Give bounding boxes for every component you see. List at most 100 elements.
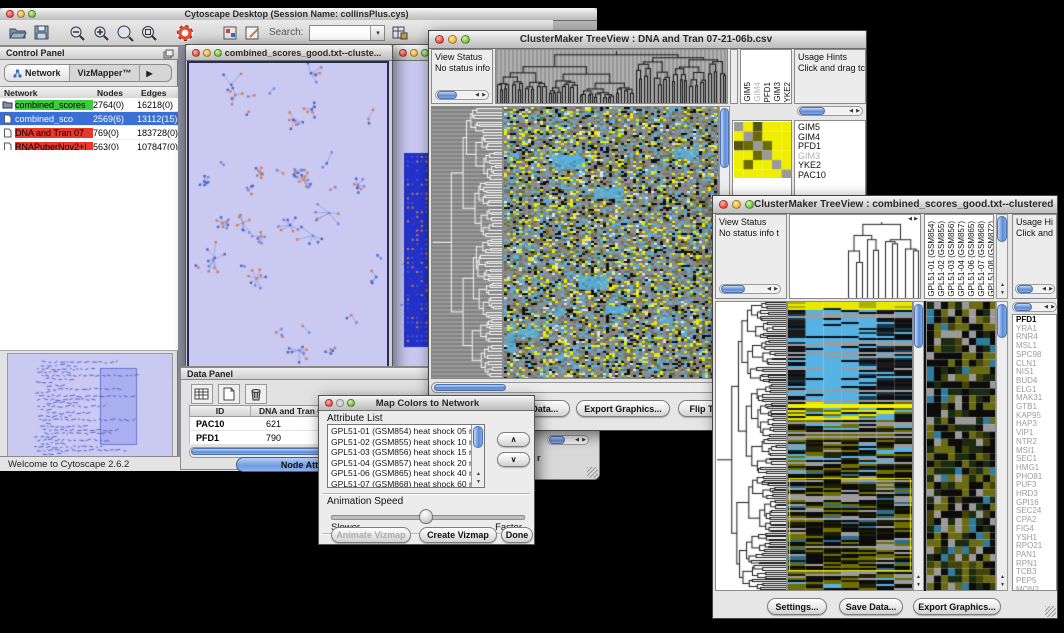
tv2-heatmap-canvas[interactable] — [788, 302, 912, 590]
minimize-button[interactable] — [336, 399, 344, 407]
zoom-selected-icon[interactable] — [116, 24, 134, 42]
zoom-out-icon[interactable] — [68, 24, 86, 42]
close-button[interactable] — [192, 49, 200, 57]
tv1-column-dendrogram-pane[interactable] — [495, 49, 728, 104]
network1-canvas[interactable] — [189, 63, 387, 370]
attribute-item[interactable]: GPL51-03 (GSM856) heat shock 15 min — [328, 447, 484, 458]
tv1-gene-label[interactable]: PAC10 — [795, 171, 865, 181]
network-table-row[interactable]: combined_scores2764(0)16218(0) — [0, 98, 178, 112]
tv2-zoom-vscrollbar[interactable]: ▲▼ — [996, 301, 1008, 591]
vscroll-thumb[interactable] — [473, 426, 483, 448]
tv2-save-data-button[interactable]: Save Data... — [839, 598, 903, 615]
speed-slider-thumb[interactable] — [419, 509, 433, 524]
tv1-zoom-heatmap-canvas[interactable] — [734, 122, 791, 178]
tv2-column-label[interactable]: GPL51-07 (GSM868) — [977, 221, 986, 297]
tv2-labels-vscrollbar[interactable]: ▲▼ — [996, 214, 1008, 299]
attribute-item[interactable]: GPL51-01 (GSM854) heat shock 05 min — [328, 426, 484, 437]
tv1-column-label[interactable]: YKE2 — [783, 82, 792, 102]
zoom-button[interactable] — [214, 49, 222, 57]
network-table-row[interactable]: DNA and Tran 07769(0)183728(0) — [0, 126, 178, 140]
network-overview[interactable] — [7, 353, 173, 466]
tv2-column-label[interactable]: GPL51-02 (GSM855) — [937, 221, 946, 297]
network1-titlebar[interactable]: combined_scores_good.txt--cluste... — [186, 45, 392, 61]
fragment-scrollbar[interactable]: ◀▶ — [547, 435, 589, 445]
network-table-row[interactable]: combined_sco2569(6)13112(15) — [0, 112, 178, 126]
zoom-in-icon[interactable] — [92, 24, 110, 42]
select-attributes-icon[interactable] — [191, 384, 213, 404]
done-button[interactable]: Done — [501, 527, 533, 543]
move-up-button[interactable]: ∧ — [497, 432, 530, 447]
close-button[interactable] — [719, 200, 728, 209]
new-attribute-icon[interactable] — [218, 384, 240, 404]
attribute-listbox[interactable]: GPL51-01 (GSM854) heat shock 05 minGPL51… — [327, 424, 485, 488]
zoom-button[interactable] — [745, 200, 754, 209]
col-nodes[interactable]: Nodes — [97, 88, 141, 98]
minimize-button[interactable] — [732, 200, 741, 209]
open-file-icon[interactable] — [8, 24, 27, 41]
annotation-icon[interactable] — [244, 25, 261, 41]
tv1-column-label[interactable]: PFD1 — [763, 82, 772, 102]
tv2-zoom-pane[interactable] — [926, 301, 996, 591]
move-down-button[interactable]: ∨ — [497, 452, 530, 467]
tv2-heatmap-vscrollbar[interactable]: ▲▼ — [913, 301, 924, 591]
tv2-column-label[interactable]: GPL51-06 (GSM865) — [967, 221, 976, 297]
attribute-item[interactable]: GPL51-07 (GSM868) heat shock 60 min — [328, 479, 484, 489]
tab-vizmapper[interactable]: VizMapper™ — [70, 65, 141, 81]
attribute-browser-icon[interactable] — [391, 24, 408, 41]
col-id[interactable]: ID — [190, 406, 251, 416]
tv2-column-label[interactable]: GPL51-04 (GSM857) — [957, 221, 966, 297]
close-button[interactable] — [6, 10, 14, 18]
tv2-column-label[interactable]: GPL51-01 (GSM854) — [927, 221, 936, 297]
tv2-gene-label[interactable]: MON2 — [1013, 586, 1056, 591]
tv2-status-scrollbar[interactable]: ◀▶ — [719, 284, 781, 294]
network-overview-canvas[interactable] — [8, 354, 170, 463]
tv2-column-label[interactable]: GPL51-03 (GSM856) — [947, 221, 956, 297]
hscroll-thumb[interactable] — [434, 384, 506, 391]
zoom-fit-icon[interactable] — [140, 24, 158, 42]
minimize-button[interactable] — [448, 35, 457, 44]
minimize-button[interactable] — [410, 49, 418, 57]
zoom-button[interactable] — [347, 399, 355, 407]
resize-grip[interactable] — [587, 467, 598, 478]
tv1-column-label[interactable]: GIM4 — [753, 82, 762, 102]
attribute-item[interactable]: GPL51-02 (GSM855) heat shock 10 min — [328, 437, 484, 448]
tv1-column-dendrogram-canvas[interactable] — [496, 50, 727, 103]
treeview2-titlebar[interactable]: ClusterMaker TreeView : combined_scores_… — [713, 196, 1057, 214]
tv2-settings-button[interactable]: Settings... — [767, 598, 827, 615]
create-vizmap-button[interactable]: Create Vizmap — [419, 527, 497, 543]
animate-vizmap-button[interactable]: Animate Vizmap — [331, 527, 411, 543]
tv2-export-graphics-button[interactable]: Export Graphics... — [913, 598, 1001, 615]
vscroll-thumb[interactable] — [914, 304, 923, 348]
tv2-zoom-heatmap-canvas[interactable] — [927, 302, 995, 590]
attribute-item[interactable]: GPL51-06 (GSM865) heat shock 40 min — [328, 468, 484, 479]
dialog-titlebar[interactable]: Map Colors to Network — [319, 396, 534, 411]
tv2-column-dendrogram-pane[interactable]: ◀▶ — [789, 214, 921, 299]
search-dropdown-arrow[interactable]: ▾ — [370, 26, 384, 40]
vscroll-thumb[interactable] — [997, 216, 1007, 242]
treeview1-titlebar[interactable]: ClusterMaker TreeView : DNA and Tran 07-… — [429, 31, 866, 49]
tv1-column-label[interactable]: GIM5 — [743, 82, 752, 102]
col-edges[interactable]: Edges — [141, 88, 178, 98]
tv2-heatmap-pane[interactable] — [787, 301, 913, 591]
zoom-button[interactable] — [461, 35, 470, 44]
zoom-button[interactable] — [28, 10, 36, 18]
close-button[interactable] — [325, 399, 333, 407]
float-panel-icon[interactable] — [163, 49, 174, 59]
close-button[interactable] — [399, 49, 407, 57]
search-input[interactable]: ▾ — [309, 25, 385, 41]
tab-overflow-arrow[interactable]: ▶ — [140, 65, 158, 81]
tv1-export-graphics-button[interactable]: Export Graphics... — [576, 400, 670, 417]
minimize-button[interactable] — [203, 49, 211, 57]
attribute-list-vscrollbar[interactable]: ▲▼ — [471, 425, 484, 487]
tv2-usage-scrollbar[interactable]: ◀▶ — [1015, 284, 1055, 294]
tv2-genes-hscrollbar[interactable]: ◀▶ — [1012, 302, 1057, 312]
resize-grip[interactable] — [1045, 606, 1056, 617]
tv1-usage-scrollbar[interactable]: ◀▶ — [797, 106, 863, 116]
save-icon[interactable] — [33, 24, 50, 41]
tv1-row-dendrogram-pane[interactable] — [431, 106, 503, 379]
tv2-row-dendrogram-pane[interactable] — [715, 301, 787, 591]
tv1-heatmap-pane[interactable] — [503, 106, 719, 379]
minimize-button[interactable] — [17, 10, 25, 18]
attribute-item[interactable]: GPL51-04 (GSM857) heat shock 20 min — [328, 458, 484, 469]
tab-network[interactable]: Network — [5, 65, 70, 81]
